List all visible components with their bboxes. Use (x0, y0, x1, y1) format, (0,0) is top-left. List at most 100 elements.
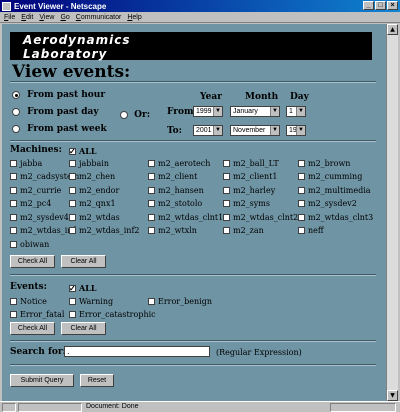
event-item-warning[interactable]: Warning (69, 296, 113, 306)
checkbox[interactable] (148, 186, 155, 194)
machine-item[interactable]: neff (298, 226, 324, 235)
machines-clear-all-button[interactable]: Clear All (61, 255, 106, 268)
scroll-down-icon[interactable]: ▼ (387, 390, 398, 401)
event-item-error-fatal[interactable]: Error_fatal (10, 309, 64, 319)
machine-item[interactable]: m2_client (148, 172, 197, 181)
machine-item[interactable]: m2_sysdev2 (298, 199, 357, 208)
reset-button[interactable]: Reset (80, 374, 114, 387)
event-item-error-catastrophic[interactable]: Error_catastrophic (69, 309, 156, 319)
checkbox[interactable] (10, 310, 17, 318)
search-input[interactable]: . (64, 346, 210, 357)
radio-day[interactable] (12, 107, 20, 116)
machine-item[interactable]: m2_harley (223, 185, 275, 195)
time-option-range[interactable]: Or: (120, 110, 150, 120)
machine-item[interactable]: m2_wtdas_inf (10, 226, 75, 235)
machine-item[interactable]: m2_stotolo (148, 199, 202, 208)
radio-hour[interactable] (12, 90, 20, 99)
checkbox[interactable] (298, 227, 305, 234)
machines-check-all-button[interactable]: Check All (10, 255, 55, 268)
to-month-select[interactable]: November ▼ (230, 125, 280, 136)
machine-item[interactable]: obiwan (10, 239, 49, 249)
menu-edit[interactable]: Edit (21, 14, 33, 21)
scroll-up-icon[interactable]: ▲ (387, 24, 398, 35)
checkbox[interactable] (69, 200, 76, 207)
machine-item[interactable]: m2_client1 (223, 172, 277, 181)
machine-item[interactable]: m2_aerotech (148, 158, 210, 168)
machine-item[interactable]: m2_chen (69, 172, 115, 181)
checkbox[interactable] (69, 310, 76, 318)
checkbox[interactable] (10, 227, 17, 234)
event-item-notice[interactable]: Notice (10, 296, 47, 306)
machine-item[interactable]: m2_wtdas_clnt3 (298, 212, 373, 222)
checkbox[interactable] (298, 200, 305, 207)
checkbox[interactable] (223, 186, 230, 194)
security-lock-icon[interactable] (2, 403, 16, 412)
machine-item[interactable]: m2_hansen (148, 185, 204, 195)
events-all-checkbox[interactable]: ALL (69, 282, 96, 293)
from-day-select[interactable]: 1 ▼ (286, 106, 306, 117)
checkbox[interactable] (10, 240, 17, 248)
machine-item[interactable]: m2_wtxln (148, 226, 197, 235)
menu-go[interactable]: Go (60, 14, 69, 21)
from-year-select[interactable]: 1999 ▼ (193, 106, 223, 117)
checkbox[interactable] (148, 227, 155, 234)
machine-item[interactable]: m2_syms (223, 199, 270, 208)
machine-item[interactable]: m2_brown (298, 158, 350, 168)
machine-item[interactable]: m2_qnx1 (69, 199, 116, 208)
machine-item[interactable]: m2_endor (69, 185, 119, 195)
checkbox[interactable] (298, 159, 305, 167)
machine-item[interactable]: m2_wtdas_inf2 (69, 226, 140, 235)
maximize-icon[interactable]: □ (375, 1, 386, 10)
checkbox[interactable] (69, 173, 76, 180)
checkbox[interactable] (223, 200, 230, 207)
checkbox[interactable] (223, 173, 230, 180)
machine-item[interactable]: jabba (10, 158, 42, 168)
checkbox[interactable] (148, 159, 155, 167)
checkbox[interactable] (10, 159, 17, 167)
to-day-select[interactable]: 19 ▼ (286, 125, 306, 136)
checkbox[interactable] (148, 173, 155, 180)
machine-item[interactable]: m2_wtdas (69, 212, 120, 222)
checkbox[interactable] (10, 213, 17, 221)
checkbox[interactable] (10, 297, 17, 305)
events-check-all-button[interactable]: Check All (10, 322, 55, 335)
checkbox[interactable] (10, 173, 17, 180)
machine-item[interactable]: m2_currie (10, 185, 61, 195)
checkbox[interactable] (10, 200, 17, 207)
checkbox[interactable] (69, 186, 76, 194)
checkbox[interactable] (148, 297, 155, 305)
event-item-error-benign[interactable]: Error_benign (148, 296, 212, 306)
time-option-week[interactable]: From past week (12, 124, 107, 134)
checkbox[interactable] (223, 159, 230, 167)
machine-item[interactable]: m2_cumming (298, 172, 362, 181)
close-icon[interactable]: × (387, 1, 398, 10)
time-option-day[interactable]: From past day (12, 107, 99, 117)
machine-item[interactable]: m2_wtdas_clnt1 (148, 212, 223, 222)
checkbox[interactable] (298, 213, 305, 221)
time-option-hour[interactable]: From past hour (12, 90, 105, 100)
minimize-icon[interactable]: _ (363, 1, 374, 10)
submit-query-button[interactable]: Submit Query (10, 374, 74, 387)
machine-item[interactable]: m2_wtdas_clnt2 (223, 212, 298, 222)
machine-item[interactable]: m2_ball_LT (223, 158, 279, 168)
checkbox[interactable] (298, 173, 305, 180)
checkbox[interactable] (10, 186, 17, 194)
menu-view[interactable]: View (39, 14, 54, 21)
machine-item[interactable]: m2_pc4 (10, 199, 51, 208)
checkbox[interactable] (69, 297, 76, 305)
menu-communicator[interactable]: Communicator (76, 14, 122, 21)
machine-item[interactable]: m2_zan (223, 226, 264, 235)
from-month-select[interactable]: January ▼ (230, 106, 280, 117)
checkbox[interactable] (69, 146, 76, 156)
machines-all-checkbox[interactable]: ALL (69, 145, 96, 156)
to-year-select[interactable]: 2001 ▼ (193, 125, 223, 136)
checkbox[interactable] (69, 159, 76, 167)
vertical-scrollbar[interactable]: ▲ ▼ (386, 24, 398, 401)
events-clear-all-button[interactable]: Clear All (61, 322, 106, 335)
checkbox[interactable] (298, 186, 305, 194)
checkbox[interactable] (69, 213, 76, 221)
checkbox[interactable] (69, 283, 76, 293)
menu-help[interactable]: Help (127, 14, 141, 21)
checkbox[interactable] (223, 227, 230, 234)
checkbox[interactable] (223, 213, 230, 221)
